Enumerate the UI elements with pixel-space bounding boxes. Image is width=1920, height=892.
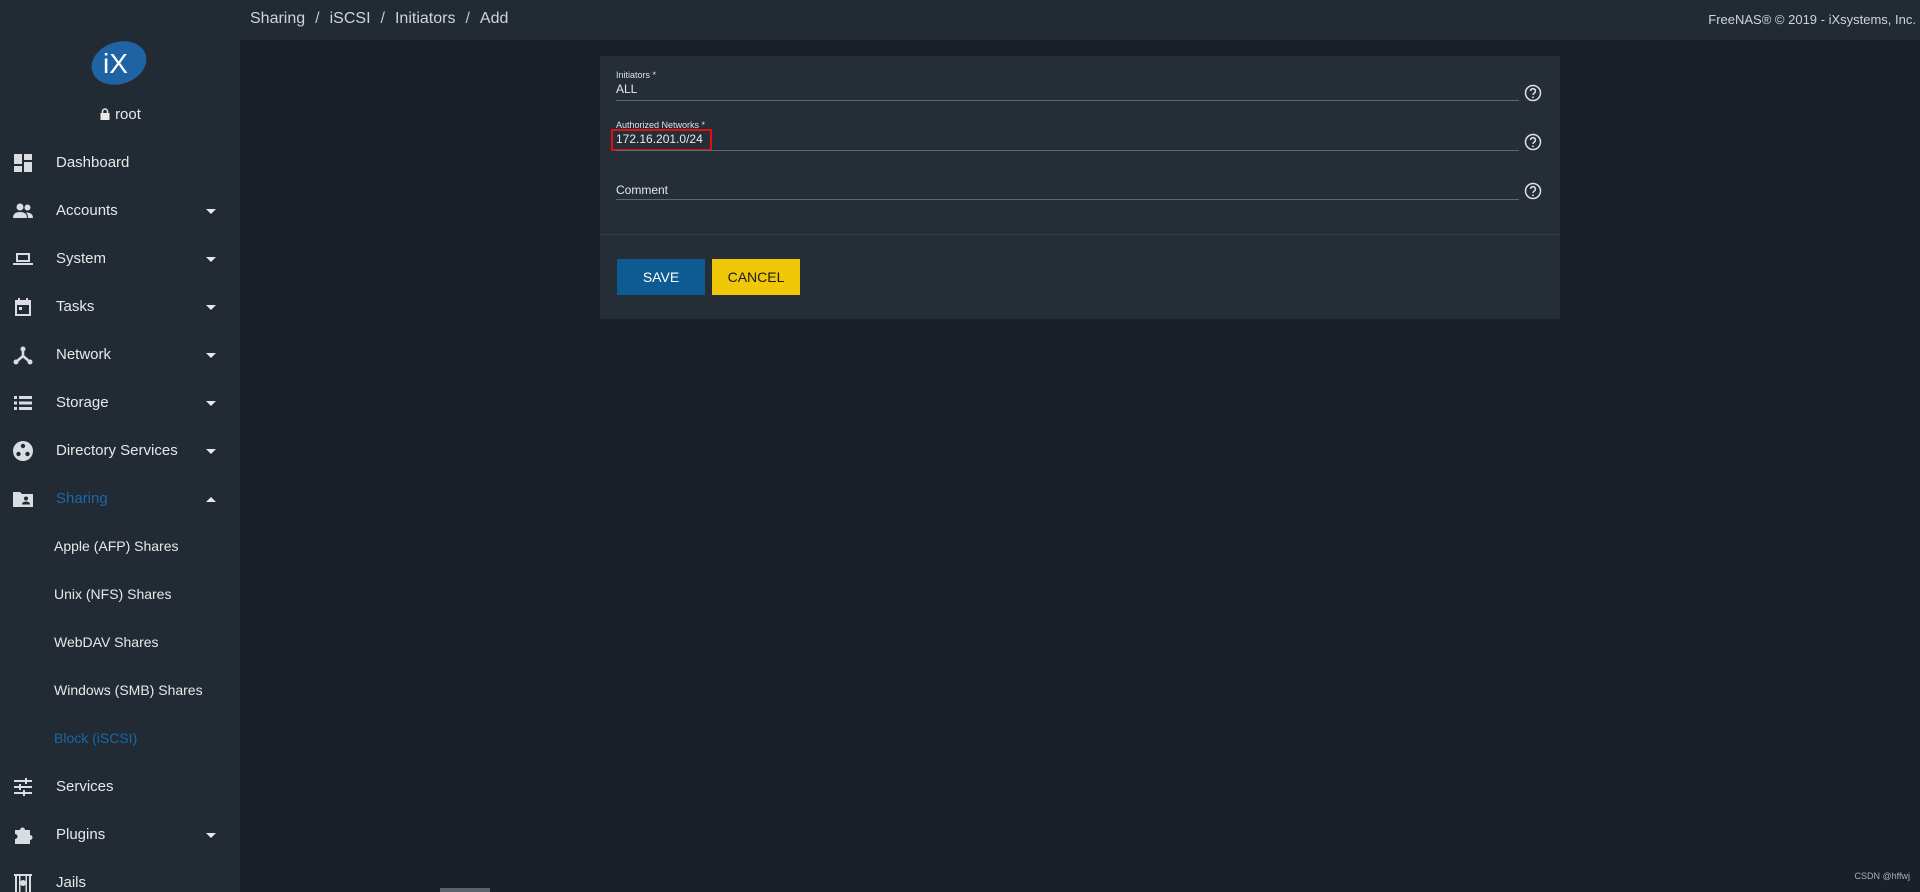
chevron-down-icon [206, 401, 216, 406]
field-underline [616, 100, 1519, 101]
storage-icon [14, 396, 32, 410]
sidebar-item-label: Sharing [56, 490, 108, 507]
field-underline [616, 150, 1519, 151]
sidebar-item-system[interactable]: System [0, 239, 240, 279]
chevron-down-icon [206, 449, 216, 454]
sidebar-subitem-label: Windows (SMB) Shares [54, 682, 203, 698]
initiators-label: Initiators * [616, 70, 657, 80]
sidebar: iX root Dashboard Accounts System Tasks … [0, 0, 240, 892]
sidebar-item-label: Directory Services [56, 442, 178, 459]
chevron-down-icon [206, 833, 216, 838]
sidebar-item-directory-services[interactable]: Directory Services [0, 431, 240, 471]
top-bar: Sharing / iSCSI / Initiators / Add FreeNAS® © … [240, 0, 1920, 40]
jail-icon [14, 874, 32, 892]
lock-icon [100, 108, 110, 120]
breadcrumb-separator: / [380, 10, 385, 27]
svg-text:iX: iX [103, 48, 128, 79]
ix-logo: iX [91, 41, 147, 85]
breadcrumb-iscsi[interactable]: iSCSI [330, 10, 371, 27]
sidebar-item-accounts[interactable]: Accounts [0, 191, 240, 231]
sidebar-item-label: Jails [56, 874, 87, 891]
puzzle-icon [15, 827, 33, 844]
tune-icon [14, 778, 32, 796]
chevron-up-icon [206, 497, 216, 502]
sidebar-subitem-nfs[interactable]: Unix (NFS) Shares [0, 575, 240, 615]
initiators-value[interactable]: ALL [616, 82, 637, 96]
sidebar-item-label: Dashboard [56, 154, 130, 171]
help-icon[interactable] [1524, 84, 1542, 102]
sidebar-item-plugins[interactable]: Plugins [0, 815, 240, 855]
sidebar-subitem-label: Apple (AFP) Shares [54, 538, 179, 554]
folder-shared-icon [13, 492, 33, 507]
sidebar-item-label: Plugins [56, 826, 106, 843]
save-button[interactable]: SAVE [617, 259, 705, 295]
help-icon[interactable] [1524, 133, 1542, 151]
sidebar-item-label: Accounts [56, 202, 118, 219]
calendar-icon [15, 298, 31, 316]
directory-icon [13, 441, 33, 461]
sidebar-subitem-afp[interactable]: Apple (AFP) Shares [0, 527, 240, 567]
initiators-field[interactable]: Initiators * ALL [616, 70, 1519, 110]
sidebar-item-label: Storage [56, 394, 109, 411]
sidebar-subitem-label: Block (iSCSI) [54, 730, 138, 746]
breadcrumb-initiators[interactable]: Initiators [395, 10, 455, 27]
sidebar-item-network[interactable]: Network [0, 335, 240, 375]
copyright[interactable]: FreeNAS® © 2019 - iXsystems, Inc. [1708, 12, 1916, 27]
watermark: CSDN @hffwj [1854, 871, 1910, 881]
chevron-down-icon [206, 209, 216, 214]
sidebar-item-label: Network [56, 346, 112, 363]
initiator-form-card: Initiators * ALL Authorized Networks * 1… [600, 56, 1560, 319]
laptop-icon [13, 253, 33, 265]
logo-area: iX [0, 36, 240, 96]
breadcrumb: Sharing / iSCSI / Initiators / Add [250, 10, 508, 28]
comment-field[interactable]: Comment [616, 169, 1519, 209]
horizontal-scrollbar[interactable] [440, 888, 490, 892]
authorized-networks-field[interactable]: Authorized Networks * 172.16.201.0/24 [611, 120, 1519, 160]
chevron-down-icon [206, 257, 216, 262]
sidebar-subitem-label: WebDAV Shares [54, 634, 159, 650]
sidebar-item-sharing[interactable]: Sharing [0, 479, 240, 519]
help-icon[interactable] [1524, 182, 1542, 200]
divider [600, 234, 1560, 235]
chevron-down-icon [206, 305, 216, 310]
highlight-box [611, 129, 712, 151]
sidebar-item-services[interactable]: Services [0, 767, 240, 807]
breadcrumb-separator: / [315, 10, 320, 27]
sidebar-item-storage[interactable]: Storage [0, 383, 240, 423]
network-icon [13, 346, 33, 365]
breadcrumb-add: Add [479, 10, 509, 27]
sidebar-subitem-label: Unix (NFS) Shares [54, 586, 172, 602]
sidebar-subitem-webdav[interactable]: WebDAV Shares [0, 623, 240, 663]
field-underline [616, 199, 1519, 200]
sidebar-item-jails[interactable]: Jails [0, 863, 240, 892]
sidebar-subitem-smb[interactable]: Windows (SMB) Shares [0, 671, 240, 711]
breadcrumb-sharing[interactable]: Sharing [250, 10, 305, 27]
accounts-icon [13, 203, 33, 218]
chevron-down-icon [206, 353, 216, 358]
breadcrumb-separator: / [465, 10, 470, 27]
dashboard-icon [14, 154, 32, 172]
username: root [115, 106, 141, 123]
cancel-button[interactable]: CANCEL [712, 259, 800, 295]
sidebar-subitem-iscsi[interactable]: Block (iSCSI) [0, 719, 240, 759]
sidebar-item-label: Services [56, 778, 114, 795]
comment-placeholder[interactable]: Comment [616, 183, 668, 197]
sidebar-item-dashboard[interactable]: Dashboard [0, 143, 240, 183]
sidebar-item-label: Tasks [56, 298, 95, 315]
sidebar-item-label: System [56, 250, 107, 267]
current-user[interactable]: root [0, 106, 240, 123]
sidebar-item-tasks[interactable]: Tasks [0, 287, 240, 327]
